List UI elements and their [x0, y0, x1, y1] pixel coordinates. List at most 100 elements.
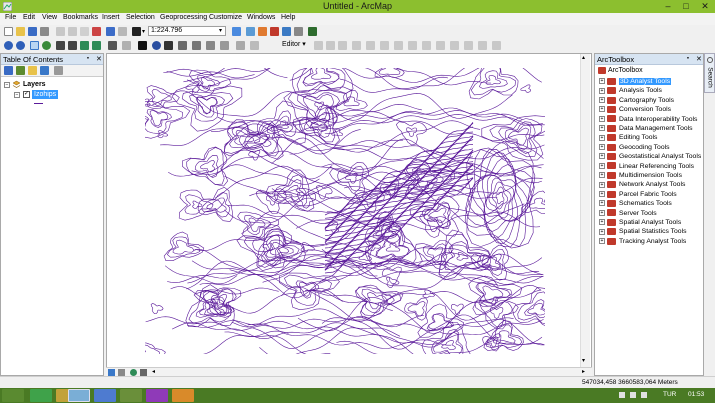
catalog-icon[interactable] [258, 27, 267, 36]
paste-icon[interactable] [80, 27, 89, 36]
toolbox-item[interactable]: + Editing Tools [599, 133, 657, 142]
toolbox-expand-icon[interactable]: + [599, 97, 605, 103]
edit-vertices-icon[interactable] [394, 41, 403, 50]
toolbox-item[interactable]: + Spatial Statistics Tools [599, 227, 687, 236]
toolbox-item[interactable]: + Schematics Tools [599, 199, 672, 208]
trace-icon[interactable] [366, 41, 375, 50]
select-features-icon[interactable] [108, 41, 117, 50]
toolbox-expand-icon[interactable]: + [599, 153, 605, 160]
toolbox-item[interactable]: + Cartography Tools [599, 96, 674, 105]
list-by-drawing-order-icon[interactable] [4, 66, 13, 75]
model-builder-icon[interactable] [294, 27, 303, 36]
menu-view[interactable]: View [42, 14, 57, 21]
menu-selection[interactable]: Selection [126, 14, 155, 21]
list-by-source-icon[interactable] [16, 66, 25, 75]
scroll-left-icon[interactable]: ◂ [152, 368, 155, 375]
toolbox-expand-icon[interactable]: + [599, 209, 605, 216]
image-app-icon[interactable] [120, 389, 142, 402]
copy-icon[interactable] [68, 27, 77, 36]
fixed-zoom-out-icon[interactable] [68, 41, 77, 50]
cut-icon[interactable] [56, 27, 65, 36]
toc-pin-icon[interactable]: ⬝ [87, 55, 89, 63]
save-icon[interactable] [28, 27, 37, 36]
html-popup-icon[interactable] [206, 41, 215, 50]
create-features-icon[interactable] [492, 41, 501, 50]
layer-visibility-checkbox[interactable]: ✓ [23, 91, 30, 98]
menu-windows[interactable]: Windows [247, 14, 275, 21]
toolbox-expand-icon[interactable]: + [599, 238, 605, 244]
search-app-icon[interactable] [146, 389, 168, 402]
close-button[interactable]: ✕ [695, 0, 715, 13]
map-vertical-scrollbar[interactable]: ▴ ▾ [580, 54, 590, 367]
new-document-icon[interactable] [4, 27, 13, 36]
time-slider-icon[interactable] [236, 41, 245, 50]
start-icon[interactable] [2, 389, 24, 402]
pause-drawing-icon[interactable] [140, 369, 147, 376]
toolbox-expand-icon[interactable]: + [599, 181, 605, 188]
sketch-properties-icon[interactable] [478, 41, 487, 50]
toolbox-item[interactable]: + Data Interoperability Tools [599, 115, 697, 124]
arctoolbox-pin-icon[interactable]: ⬝ [687, 55, 689, 63]
toolbox-item[interactable]: +3D Analyst Tools [599, 77, 672, 86]
python-icon[interactable] [282, 27, 291, 36]
list-by-selection-icon[interactable] [40, 66, 49, 75]
toolbox-expand-icon[interactable]: + [599, 78, 605, 85]
toolbox-item[interactable]: + Tracking Analyst Tools [599, 237, 686, 246]
menu-bookmarks[interactable]: Bookmarks [63, 14, 98, 21]
toolbox-item[interactable]: + Geostatistical Analyst Tools [599, 152, 701, 161]
layer-collapse-icon[interactable]: − [14, 92, 20, 98]
toolbox-expand-icon[interactable]: + [599, 191, 605, 197]
clock[interactable]: 01:53 [688, 391, 704, 398]
toolbox-item[interactable]: + Network Analyst Tools [599, 180, 685, 189]
editor-menu[interactable]: Editor ▾ [282, 40, 306, 48]
layers-collapse-icon[interactable]: − [4, 82, 10, 88]
toolbox-expand-icon[interactable]: + [599, 106, 605, 113]
list-by-visibility-icon[interactable] [28, 66, 37, 75]
table-of-contents-icon[interactable] [246, 27, 255, 36]
arctoolbox-close-icon[interactable]: ✕ [696, 55, 702, 63]
layer-name-izohips[interactable]: Izohips [32, 90, 59, 99]
arcmap-taskbar-icon[interactable] [68, 389, 90, 402]
toolbox-expand-icon[interactable]: + [599, 87, 605, 94]
delete-icon[interactable] [92, 27, 101, 36]
tray-volume-icon[interactable] [630, 392, 636, 398]
input-language[interactable]: TUR [663, 391, 676, 398]
open-folder-icon[interactable] [16, 27, 25, 36]
toolbox-item[interactable]: + Linear Referencing Tools [599, 162, 694, 171]
find-icon[interactable] [164, 41, 173, 50]
menu-edit[interactable]: Edit [23, 14, 35, 21]
toolbox-expand-icon[interactable]: + [599, 134, 605, 141]
clear-selection-icon[interactable] [122, 41, 131, 50]
map-scale-combo[interactable]: 1:224.796 [148, 26, 226, 36]
add-data-icon[interactable] [132, 27, 141, 36]
full-extent-icon[interactable] [42, 41, 51, 50]
toolbox-expand-icon[interactable]: + [599, 172, 605, 179]
toolbox-item[interactable]: + Multidimension Tools [599, 171, 682, 180]
arctoolbox-icon[interactable] [270, 27, 279, 36]
toolbox-app-icon[interactable] [172, 389, 194, 402]
attributes-icon[interactable] [464, 41, 473, 50]
editor-toolbar-icon[interactable] [232, 27, 241, 36]
scroll-up-icon[interactable]: ▴ [582, 54, 585, 61]
back-extent-icon[interactable] [80, 41, 89, 50]
zoom-in-icon[interactable] [4, 41, 13, 50]
menu-help[interactable]: Help [281, 14, 295, 21]
forward-extent-icon[interactable] [92, 41, 101, 50]
toolbox-item[interactable]: + Data Management Tools [599, 124, 693, 133]
map-display[interactable] [106, 53, 592, 368]
scroll-right-icon[interactable]: ▸ [582, 368, 585, 375]
go-to-xy-icon[interactable] [220, 41, 229, 50]
toolbox-expand-icon[interactable]: + [599, 228, 605, 235]
media-app-icon[interactable] [94, 389, 116, 402]
toolbox-expand-icon[interactable]: + [599, 162, 605, 169]
undo-icon[interactable] [106, 27, 115, 36]
toolbox-item[interactable]: + Geocoding Tools [599, 143, 670, 152]
toc-options-icon[interactable] [54, 66, 63, 75]
tray-network-icon[interactable] [619, 392, 625, 398]
fixed-zoom-in-icon[interactable] [56, 41, 65, 50]
toolbox-item[interactable]: + Parcel Fabric Tools [599, 190, 677, 199]
edit-tool-icon[interactable] [314, 41, 323, 50]
arcmap-app-icon[interactable] [3, 2, 12, 11]
menu-geoprocessing[interactable]: Geoprocessing [160, 14, 207, 21]
toolbox-expand-icon[interactable]: + [599, 125, 605, 132]
